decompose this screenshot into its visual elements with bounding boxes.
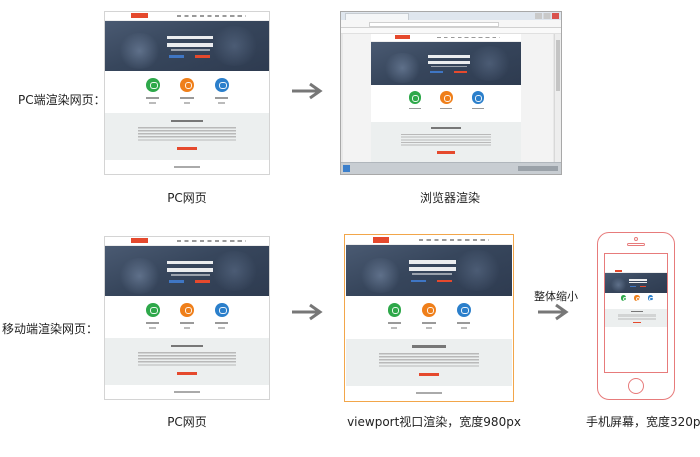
shield-icon — [387, 302, 402, 317]
browser-tab — [345, 13, 409, 20]
browser-titlebar — [341, 12, 561, 20]
pc-webpage-thumbnail-top — [104, 11, 270, 175]
phone-home-button — [628, 378, 644, 394]
phone-screen — [604, 253, 668, 373]
phone-outline — [597, 232, 675, 400]
caption-phone-screen: 手机屏幕，宽度320px — [586, 415, 700, 429]
viewport-rendered-webpage — [346, 236, 512, 400]
mobile-row-label: 移动端渲染网页： — [2, 322, 99, 336]
diamond-icon — [440, 90, 453, 104]
site-features — [105, 71, 269, 114]
crown-icon — [457, 302, 472, 317]
window-controls — [535, 13, 559, 19]
diamond-icon — [634, 295, 641, 302]
site-logo — [131, 13, 148, 19]
caption-viewport-render: viewport视口渲染，宽度980px — [347, 415, 521, 429]
diamond-icon — [180, 77, 195, 92]
diamond-icon — [180, 302, 195, 317]
start-icon — [343, 165, 350, 172]
pc-row-label: PC端渲染网页： — [18, 93, 106, 107]
caption-pc-page-top: PC网页 — [167, 191, 207, 205]
arrow-right-icon — [292, 82, 323, 100]
arrow-right-icon — [538, 303, 569, 321]
shield-icon — [621, 295, 628, 302]
shield-icon — [146, 77, 160, 92]
site-navbar — [105, 12, 269, 21]
phone-rendered-webpage — [605, 270, 667, 332]
shield-icon — [408, 90, 422, 104]
crown-icon — [471, 90, 485, 104]
site-hero-banner — [105, 20, 269, 72]
caption-browser-render: 浏览器渲染 — [419, 191, 480, 205]
os-taskbar — [341, 162, 561, 174]
crown-icon — [214, 77, 229, 92]
system-tray — [518, 166, 558, 171]
url-field — [369, 21, 499, 27]
crown-icon — [214, 302, 229, 317]
crown-icon — [647, 295, 655, 302]
caption-pc-page-bottom: PC网页 — [167, 415, 207, 429]
rendered-webpage — [371, 34, 521, 162]
site-about-section — [105, 113, 269, 161]
diamond-icon — [422, 302, 437, 317]
browser-scrollbar — [554, 34, 561, 162]
pc-webpage-thumbnail-bottom — [104, 236, 270, 400]
arrow-right-icon — [292, 303, 323, 321]
site-nav-links — [177, 15, 247, 17]
phone-camera-icon — [634, 237, 639, 241]
browser-viewport — [343, 34, 553, 162]
shrink-label: 整体缩小 — [534, 290, 578, 303]
phone-speaker — [626, 243, 646, 246]
browser-address-bar — [341, 20, 561, 28]
browser-window — [340, 11, 562, 175]
site-footer — [105, 160, 269, 174]
shield-icon — [146, 302, 160, 317]
